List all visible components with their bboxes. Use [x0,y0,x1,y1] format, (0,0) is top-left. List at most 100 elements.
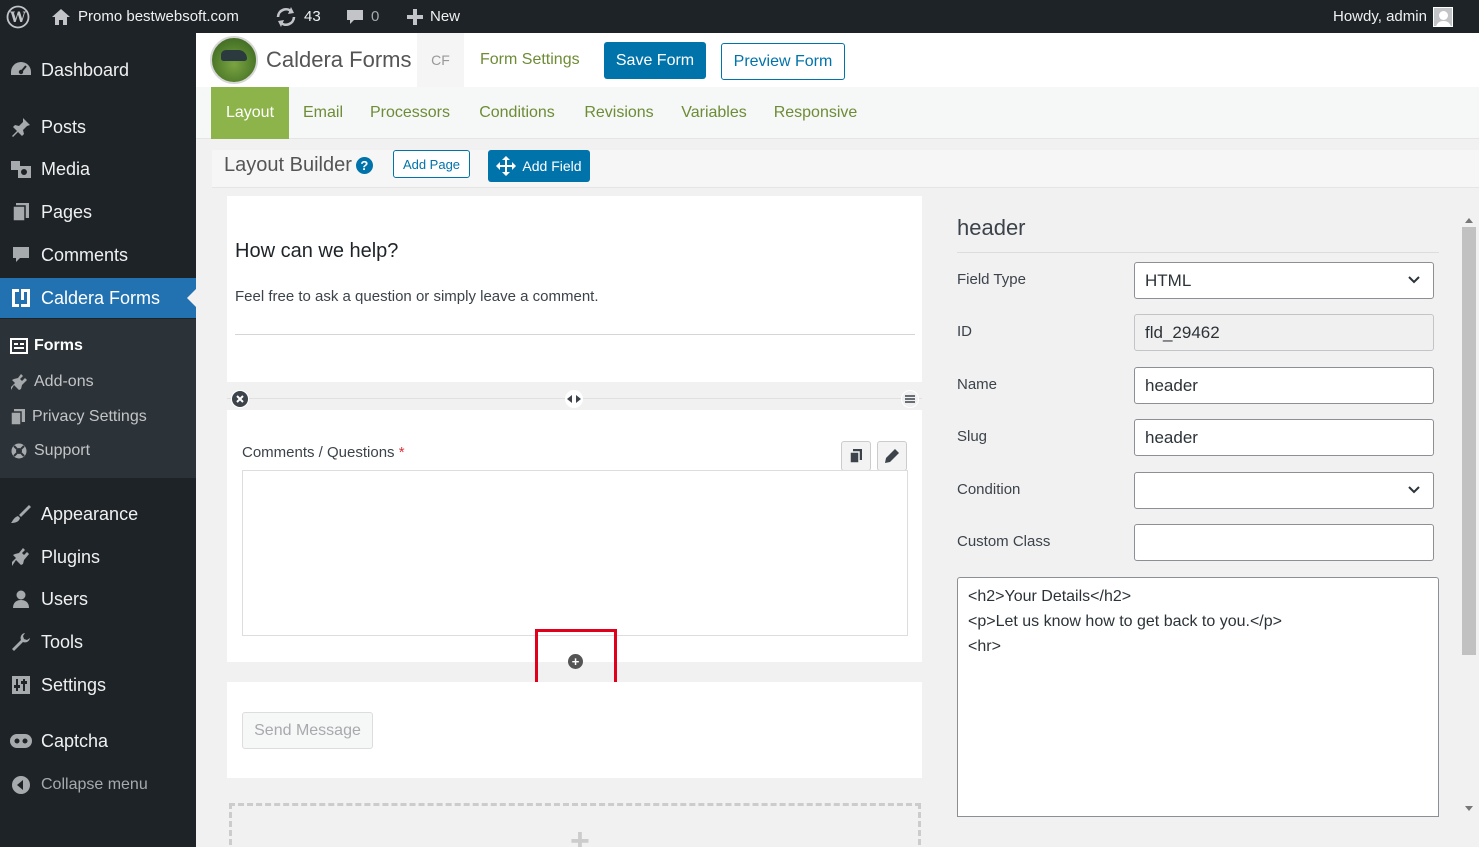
howdy-text: Howdy, admin [1333,8,1427,25]
collapse-label: Collapse menu [41,776,148,793]
html-code-editor[interactable]: <h2>Your Details</h2> <p>Let us know how… [957,577,1439,817]
menu-captcha[interactable]: Captcha [0,721,196,761]
edit-field-icon[interactable] [877,441,907,471]
submenu-support[interactable]: Support [10,436,90,466]
menu-comments[interactable]: Comments [0,235,196,275]
submenu-label: Forms [34,337,83,354]
avatar [1432,6,1453,27]
site-name-link[interactable]: Promo bestwebsoft.com [50,0,239,33]
menu-label: Plugins [41,546,101,567]
preview-form-button[interactable]: Preview Form [721,43,845,80]
collapse-arrow-icon [0,775,41,795]
scroll-up-icon[interactable] [1465,214,1473,223]
add-row-plus-icon[interactable]: + [570,824,590,847]
comments-link[interactable]: 0 [345,0,379,33]
menu-label: Captcha [41,730,109,751]
condition-label: Condition [957,481,1021,498]
submenu-forms[interactable]: Forms [10,331,83,361]
page-title: Layout Builder [224,154,352,176]
updates-count: 43 [304,8,321,25]
custom-class-input[interactable] [1134,524,1434,561]
pin-icon [0,117,41,137]
slug-value: header [1145,427,1198,447]
row-menu-icon[interactable] [901,390,919,408]
slug-label: Slug [957,428,988,445]
menu-posts[interactable]: Posts [0,107,196,147]
add-column-plus-icon[interactable]: + [568,654,583,669]
submenu-privacy-settings[interactable]: Privacy Settings [10,402,147,432]
site-name: Promo bestwebsoft.com [78,8,239,25]
captcha-icon [0,732,41,750]
menu-caldera-forms[interactable]: Caldera Forms [0,278,196,318]
menu-label: Dashboard [41,59,130,80]
updates-icon [276,6,296,27]
page-scrollbar[interactable] [1459,210,1479,817]
slug-input[interactable]: header [1134,419,1434,456]
save-form-button[interactable]: Save Form [604,42,706,79]
id-field: fld_29462 [1134,314,1434,351]
send-button-row[interactable]: Send Message [227,682,922,778]
lifebuoy-icon [11,443,27,459]
admin-bar: W Promo bestwebsoft.com 43 0 New Howdy, … [0,0,1479,33]
menu-appearance[interactable]: Appearance [0,494,196,534]
wrench-icon [0,632,41,652]
send-message-button[interactable]: Send Message [242,712,373,749]
scroll-down-icon[interactable] [1465,806,1473,815]
chevron-down-icon [1408,276,1420,284]
config-divider [957,252,1439,253]
plus-icon [407,8,423,25]
comments-count: 0 [371,8,380,25]
layout-builder-toolbar: Layout Builder ? Add Page Add Field [212,150,1479,188]
plugin-icon [0,547,41,567]
html-field-row[interactable]: How can we help? Feel free to ask a ques… [227,196,922,382]
field-type-select[interactable]: HTML [1134,262,1434,299]
menu-media[interactable]: Media [0,149,196,189]
new-label: New [430,8,461,25]
comment-icon [0,246,41,264]
required-mark: * [398,444,405,461]
code-line: <h2>Your Details</h2> [968,588,1132,605]
tab-conditions[interactable]: Conditions [472,87,562,139]
home-icon [52,8,70,25]
comments-textarea[interactable] [242,470,908,636]
duplicate-field-icon[interactable] [841,441,871,471]
condition-select[interactable] [1134,472,1434,509]
menu-plugins[interactable]: Plugins [0,537,196,577]
name-value: header [1145,375,1198,395]
menu-label: Comments [41,244,129,265]
add-page-button[interactable]: Add Page [393,150,470,178]
help-icon[interactable]: ? [355,157,373,174]
tab-email[interactable]: Email [297,87,349,139]
add-field-button[interactable]: Add Field [488,150,590,182]
menu-pages[interactable]: Pages [0,192,196,232]
menu-users[interactable]: Users [0,579,196,619]
tab-processors[interactable]: Processors [365,87,455,139]
add-row-dropzone[interactable]: + [229,803,921,847]
tab-revisions[interactable]: Revisions [579,87,659,139]
wordpress-logo-icon[interactable]: W [6,0,30,33]
tab-layout[interactable]: Layout [211,87,289,139]
account-menu[interactable]: Howdy, admin [1333,0,1453,33]
scroll-thumb[interactable] [1462,227,1476,655]
comments-field-row[interactable]: Comments / Questions * [227,410,922,662]
media-icon [0,159,41,179]
form-settings-link[interactable]: Form Settings [480,33,580,87]
menu-label: Appearance [41,503,139,524]
new-content-link[interactable]: New [406,0,460,33]
collapse-menu-button[interactable]: Collapse menu [0,765,196,805]
updates-link[interactable]: 43 [274,0,321,33]
field-type-value: HTML [1145,270,1192,290]
menu-settings[interactable]: Settings [0,665,196,705]
remove-row-icon[interactable] [231,390,249,408]
pages-icon [0,202,41,222]
name-input[interactable]: header [1134,367,1434,404]
tab-variables[interactable]: Variables [675,87,753,139]
menu-tools[interactable]: Tools [0,622,196,662]
submenu-add-ons[interactable]: Add-ons [10,367,94,397]
tab-responsive[interactable]: Responsive [769,87,862,139]
config-title: header [957,215,1026,240]
comments-field-label: Comments / Questions * [242,444,405,461]
resize-columns-icon[interactable] [565,390,583,408]
menu-dashboard[interactable]: Dashboard [0,50,196,90]
field-type-label: Field Type [957,271,1026,288]
